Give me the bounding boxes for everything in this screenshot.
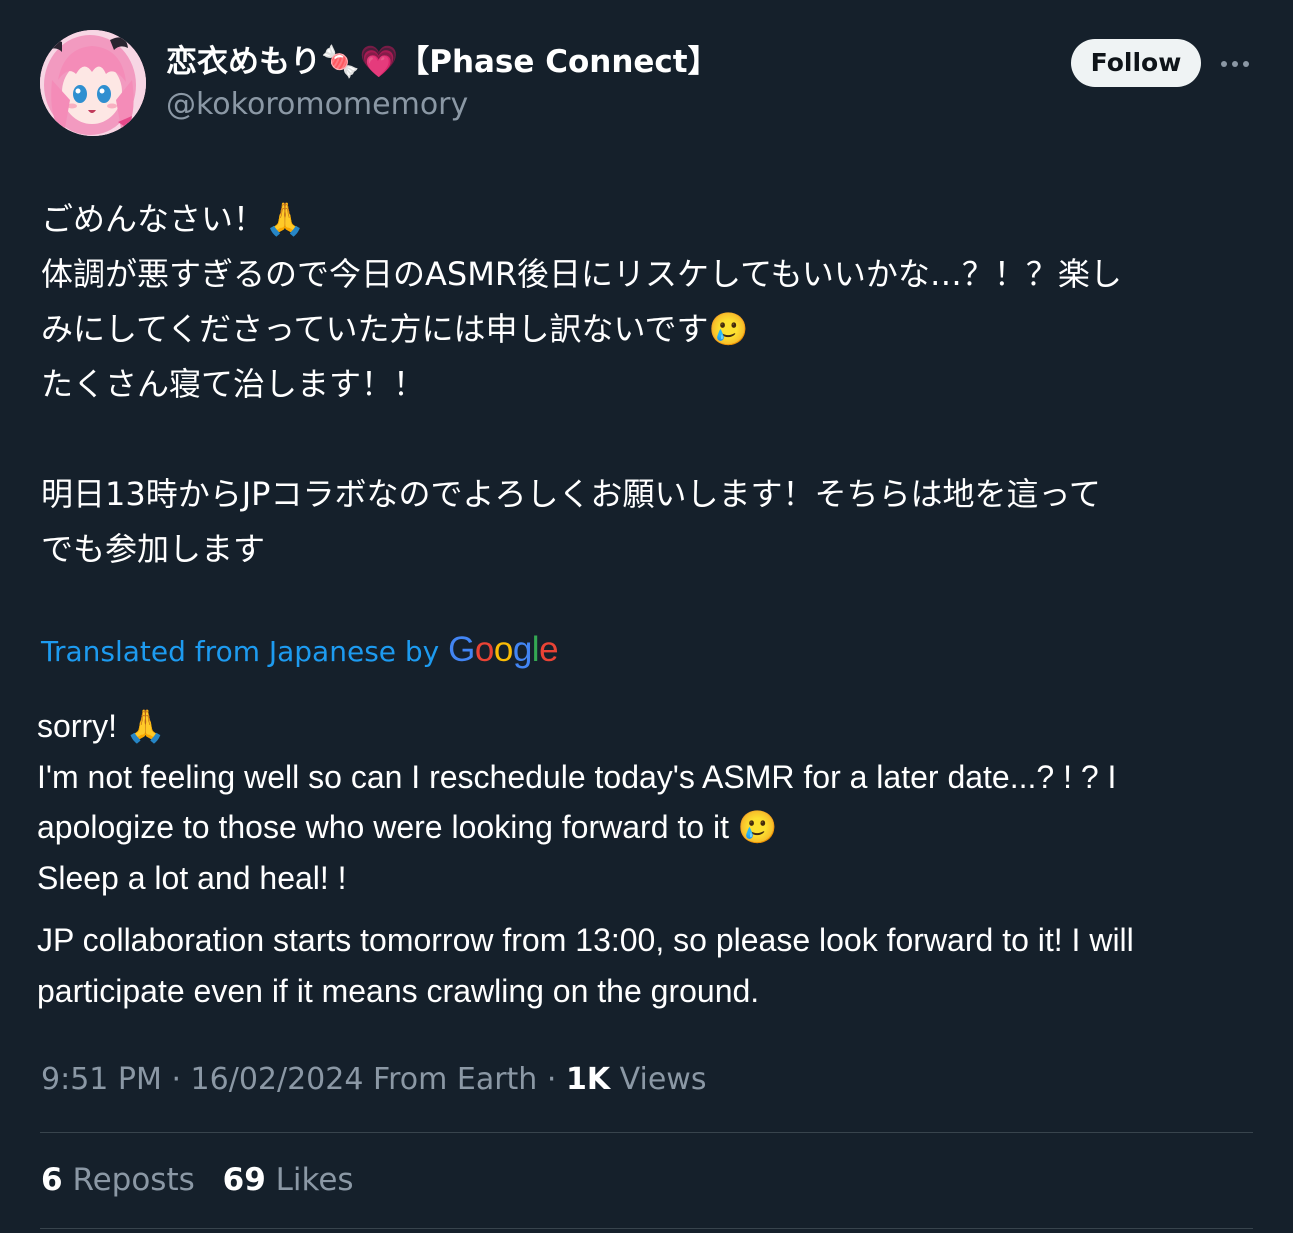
- tweet-stats: 6 Reposts 69 Likes: [41, 1158, 372, 1202]
- more-dots-icon[interactable]: [1216, 52, 1256, 76]
- reposts-count: 6: [41, 1162, 63, 1198]
- original-line: たくさん寝て治します！！: [41, 365, 426, 403]
- display-name-jp: 恋衣めもり: [166, 44, 321, 80]
- views-label[interactable]: Views: [620, 1062, 707, 1097]
- follow-button[interactable]: Follow: [1071, 39, 1201, 87]
- translated-by-link[interactable]: Translated from Japanese by Google: [41, 628, 559, 674]
- original-line: 体調が悪すぎるので今日のASMR後日にリスケしてもいいかな…？！？楽し: [41, 255, 1122, 293]
- translation-line: JP collaboration starts tomorrow from 13…: [37, 922, 1134, 958]
- original-line: みにしてくださっていた方には申し訳ないです🥲: [41, 310, 749, 348]
- translated-from-label: Translated from Japanese by: [41, 635, 440, 668]
- tweet-original-text: ごめんなさい！🙏 体調が悪すぎるので今日のASMR後日にリスケしてもいいかな…？…: [41, 192, 1253, 577]
- views-count[interactable]: 1K: [566, 1062, 610, 1097]
- divider: [40, 1228, 1253, 1229]
- translation-line: participate even if it means crawling on…: [37, 972, 760, 1009]
- likes-label: Likes: [275, 1162, 354, 1198]
- avatar[interactable]: [40, 30, 146, 136]
- tweet-meta: 9:51 PM · 16/02/2024 From Earth · 1K Vie…: [41, 1058, 706, 1102]
- meta-separator: ·: [546, 1062, 557, 1097]
- reposts-label: Reposts: [72, 1162, 195, 1198]
- display-name-tag: 【Phase Connect】: [398, 44, 719, 80]
- tweet: 恋衣めもり🍬💗【Phase Connect】 @kokoromomemory F…: [0, 0, 1293, 1233]
- meta-separator: ·: [171, 1062, 181, 1097]
- translation-line: apologize to those who were looking forw…: [37, 809, 778, 845]
- tweet-location: From Earth: [373, 1062, 538, 1097]
- candy-emoji-icon: 🍬: [321, 44, 360, 80]
- author-handle[interactable]: @kokoromomemory: [166, 84, 468, 126]
- original-line: でも参加します: [41, 530, 266, 568]
- translation-line: Sleep a lot and heal! !: [37, 859, 347, 896]
- translation-line: I'm not feeling well so can I reschedule…: [37, 758, 1117, 795]
- original-line: ごめんなさい！🙏: [41, 200, 305, 238]
- tweet-time[interactable]: 9:51 PM: [41, 1062, 162, 1097]
- translation-line: sorry! 🙏: [37, 708, 166, 744]
- likes-count: 69: [222, 1162, 266, 1198]
- heart-emoji-icon: 💗: [359, 44, 399, 80]
- anime-avatar-icon: [40, 30, 146, 136]
- divider: [40, 1132, 1253, 1133]
- reposts-stat[interactable]: 6 Reposts: [41, 1162, 195, 1198]
- original-line: 明日13時からJPコラボなのでよろしくお願いします！そちらは地を這って: [41, 475, 1101, 513]
- google-logo: Google: [448, 630, 559, 669]
- likes-stat[interactable]: 69 Likes: [223, 1162, 354, 1198]
- author-display-name[interactable]: 恋衣めもり🍬💗【Phase Connect】: [166, 40, 719, 84]
- tweet-date[interactable]: 16/02/2024: [191, 1062, 364, 1097]
- tweet-translation-text: sorry! 🙏 I'm not feeling well so can I r…: [37, 701, 1253, 1016]
